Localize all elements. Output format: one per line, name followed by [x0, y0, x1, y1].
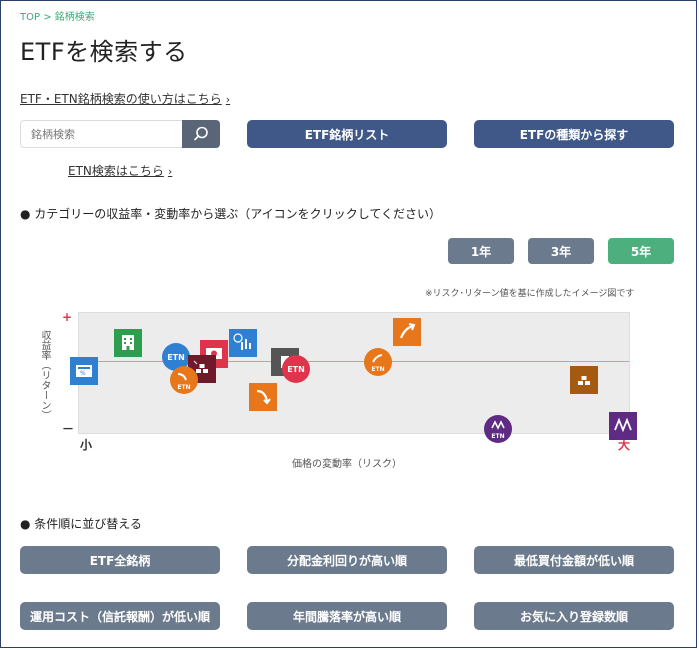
period-tab-3y[interactable]: 3年: [528, 238, 594, 264]
search-input[interactable]: [20, 120, 184, 148]
etn-volatility-icon[interactable]: ETN: [484, 415, 512, 443]
svg-text:ETN: ETN: [167, 353, 185, 362]
leverage-arrow-icon[interactable]: [393, 318, 421, 346]
bond-certificate-icon[interactable]: %: [70, 357, 98, 385]
y-minus-label: －: [62, 422, 75, 436]
sort-management-cost-button[interactable]: 運用コスト（信託報酬）が低い順: [20, 602, 220, 630]
building-icon[interactable]: [114, 329, 142, 357]
sort-dividend-yield-button[interactable]: 分配金利回りが高い順: [247, 546, 447, 574]
svg-text:ETN: ETN: [177, 384, 190, 391]
x-axis-label: 価格の変動率（リスク）: [292, 459, 402, 470]
sort-heading: ● 条件順に並び替える: [20, 517, 142, 531]
svg-text:ETN: ETN: [287, 365, 305, 374]
page-title: ETFを検索する: [20, 38, 188, 66]
svg-text:%: %: [80, 370, 86, 377]
etn-red-icon[interactable]: ETN: [282, 355, 310, 383]
chevron-right-icon: ›: [167, 165, 173, 178]
sort-min-purchase-button[interactable]: 最低買付金額が低い順: [474, 546, 674, 574]
search-box: [20, 120, 220, 148]
search-icon: [194, 126, 208, 141]
period-tab-5y[interactable]: 5年: [608, 238, 674, 264]
sort-favorites-button[interactable]: お気に入り登録数順: [474, 602, 674, 630]
howto-link-label: ETF・ETN銘柄検索の使い方はこちら: [20, 92, 222, 106]
volatility-icon[interactable]: [609, 412, 637, 440]
category-heading: ● カテゴリーの収益率・変動率から選ぶ（アイコンをクリックしてください）: [20, 207, 441, 221]
global-stock-chart-icon[interactable]: [229, 329, 257, 357]
sort-all-etf-button[interactable]: ETF全銘柄: [20, 546, 220, 574]
commodity-gold-icon[interactable]: [570, 366, 598, 394]
sort-annual-return-button[interactable]: 年間騰落率が高い順: [247, 602, 447, 630]
chevron-right-icon: ›: [225, 93, 231, 106]
chart-note: ※リスク･リターン値を基に作成したイメージ図です: [425, 289, 635, 299]
period-tab-1y[interactable]: 1年: [448, 238, 514, 264]
risk-return-map: [78, 312, 630, 434]
svg-text:ETN: ETN: [371, 366, 384, 373]
breadcrumb-separator: >: [43, 12, 52, 23]
breadcrumb: TOP > 銘柄検索: [20, 8, 95, 23]
etn-down-icon[interactable]: ETN: [170, 366, 198, 394]
breadcrumb-home[interactable]: TOP: [20, 12, 40, 23]
svg-text:ETN: ETN: [491, 433, 504, 440]
search-button[interactable]: [182, 120, 220, 148]
etn-leverage-icon[interactable]: ETN: [364, 348, 392, 376]
breadcrumb-current: 銘柄検索: [54, 12, 95, 23]
etf-types-button[interactable]: ETFの種類から探す: [474, 120, 674, 148]
y-axis-label: 収益率（リターン）: [39, 330, 50, 420]
inverse-arrow-icon[interactable]: [249, 383, 277, 411]
x-small-label: 小: [80, 438, 93, 452]
y-plus-label: +: [62, 310, 73, 324]
etf-list-button[interactable]: ETF銘柄リスト: [247, 120, 447, 148]
etn-search-link-label: ETN検索はこちら: [68, 164, 164, 178]
howto-link[interactable]: ETF・ETN銘柄検索の使い方はこちら ›: [20, 90, 230, 107]
etn-search-link[interactable]: ETN検索はこちら ›: [68, 162, 172, 179]
